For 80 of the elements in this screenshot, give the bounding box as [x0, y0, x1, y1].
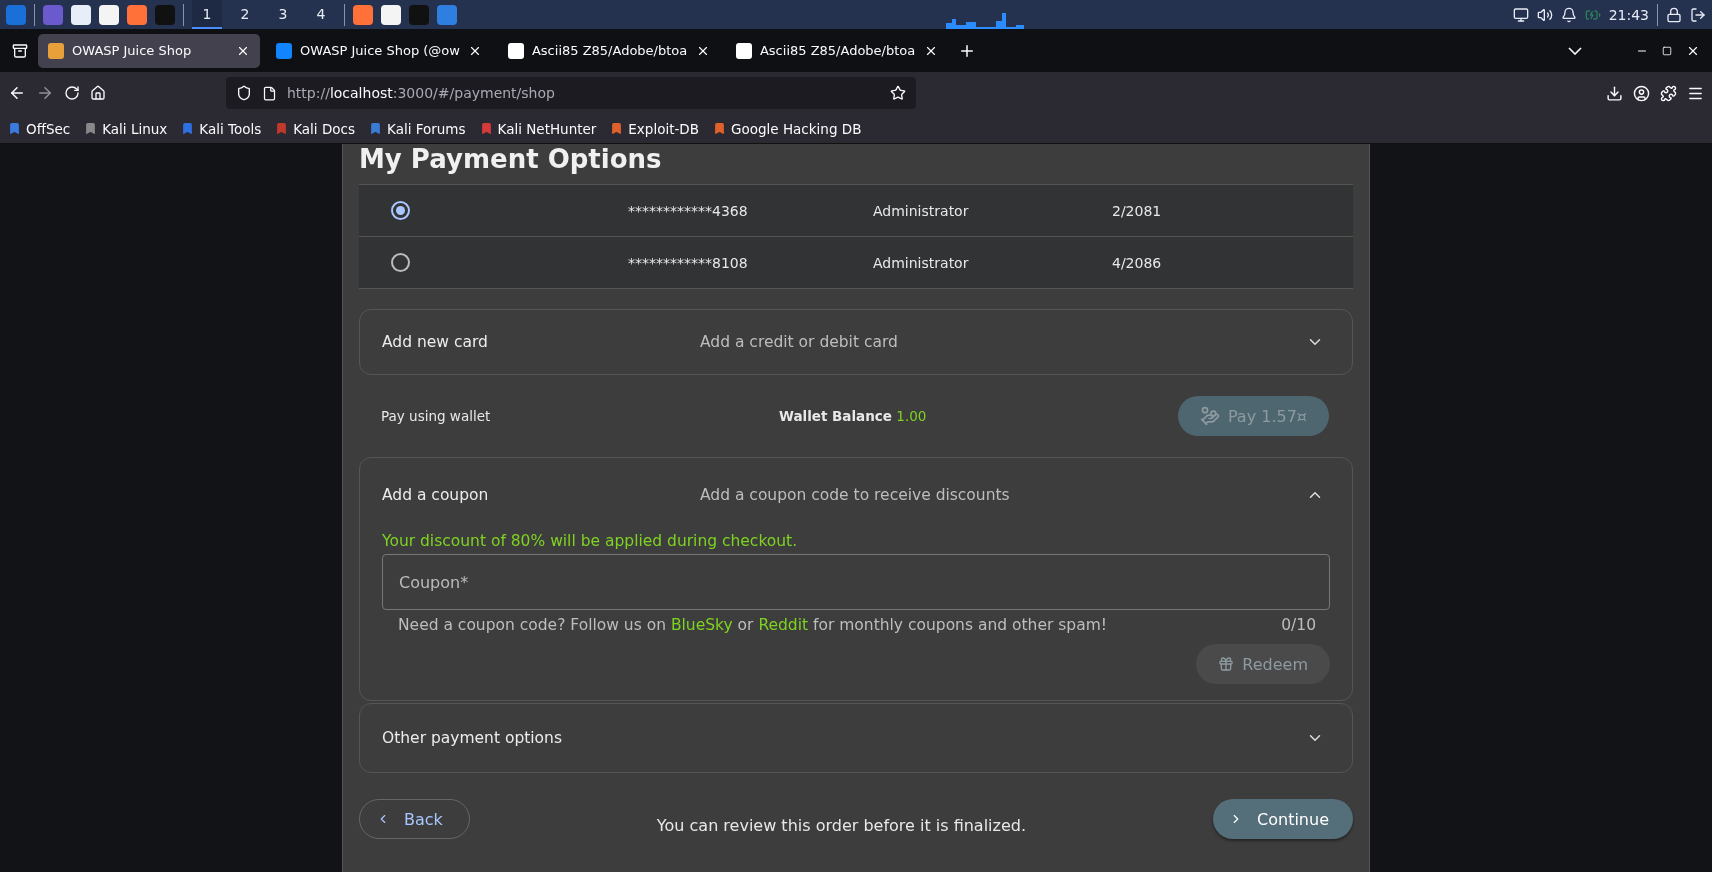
card-row[interactable]: ************8108 Administrator 4/2086 — [359, 237, 1353, 289]
bookmark-link[interactable]: Kali NetHunter — [479, 120, 597, 137]
bookmark-link[interactable]: Kali Forums — [369, 120, 466, 137]
character-counter: 0/10 — [1281, 616, 1316, 634]
url-text: http://localhost:3000/#/payment/shop — [287, 85, 556, 101]
hand-coin-icon — [1199, 406, 1220, 426]
monitor-icon[interactable] — [1512, 6, 1529, 23]
page-icon[interactable] — [262, 85, 277, 101]
lock-icon[interactable] — [1666, 6, 1682, 23]
panel-title: Other payment options — [382, 729, 563, 747]
bookmark-icon — [8, 122, 21, 135]
browser-tab[interactable]: Ascii85 Z85/Adobe/btoa — [497, 33, 720, 68]
archive-icon — [12, 42, 28, 59]
tab-title: Ascii85 Z85/Adobe/btoa — [531, 43, 688, 58]
panel-title: Add new card — [382, 333, 489, 351]
reload-icon[interactable] — [64, 85, 80, 101]
workspace-button[interactable]: 2 — [230, 0, 260, 29]
card-expiry: 2/2081 — [1112, 202, 1163, 219]
coupon-hint: Need a coupon code? Follow us on BlueSky or Reddit for monthly coupons and other spam! — [398, 616, 1107, 634]
continue-button[interactable]: Continue — [1213, 799, 1353, 839]
panel-description: Add a coupon code to receive discounts — [700, 486, 1011, 504]
back-icon[interactable] — [8, 84, 26, 102]
chevron-down-icon — [1568, 46, 1582, 55]
bookmark-link[interactable]: Kali Tools — [181, 120, 262, 137]
gift-icon — [1218, 656, 1235, 672]
card-number: ************8108 — [628, 254, 749, 271]
bell-icon[interactable] — [1560, 6, 1577, 23]
bookmark-link[interactable]: Kali Linux — [84, 120, 168, 137]
account-icon[interactable] — [1633, 84, 1650, 102]
logout-icon[interactable] — [1690, 6, 1706, 23]
card-holder: Administrator — [873, 202, 970, 219]
tab-title: Ascii85 Z85/Adobe/btoa — [759, 43, 916, 58]
card-row[interactable]: ************4368 Administrator 2/2081 — [359, 185, 1353, 237]
bookmark-link[interactable]: Kali Docs — [275, 120, 356, 137]
card-number: ************4368 — [628, 202, 749, 219]
bookmark-link[interactable]: OffSec — [8, 120, 71, 137]
panel-title: Add a coupon — [382, 486, 490, 504]
bookmark-icon — [610, 122, 624, 135]
forward-icon[interactable] — [36, 84, 54, 102]
bookmark-icon — [275, 122, 289, 135]
wallet-balance: Wallet Balance 1.00 — [779, 408, 928, 424]
clock: 21:43 — [1608, 6, 1649, 23]
card-expiry: 4/2086 — [1112, 254, 1163, 271]
panel-header[interactable]: Add a coupon Add a coupon code to receive discounts — [382, 458, 1330, 532]
card-holder: Administrator — [873, 254, 970, 271]
social-link[interactable]: Reddit — [758, 616, 809, 634]
url-field[interactable]: http://localhost:3000/#/payment/shop — [226, 77, 916, 109]
bookmark-link[interactable]: Google Hacking DB — [713, 120, 862, 137]
bookmark-icon — [181, 122, 195, 135]
workspace-button[interactable]: 4 — [306, 0, 336, 29]
review-note: You can review this order before it is finalized. — [655, 814, 1028, 835]
tab-title: OWASP Juice Shop (@ow — [300, 43, 460, 58]
tab-title: OWASP Juice Shop — [72, 43, 193, 58]
coupon-field[interactable]: Coupon* — [382, 554, 1330, 610]
shield-icon[interactable] — [236, 85, 252, 101]
workspace-button[interactable]: 1 — [192, 0, 222, 29]
bookmark-icon — [369, 122, 383, 135]
bookmark-icon — [479, 122, 493, 135]
social-link[interactable]: BlueSky — [670, 616, 733, 634]
browser-tab[interactable]: OWASP Juice Shop (@ow — [266, 33, 492, 68]
bookmark-icon — [713, 122, 726, 135]
maximize-icon — [1662, 45, 1672, 56]
star-icon[interactable] — [890, 85, 906, 101]
browser-tab[interactable]: OWASP Juice Shop — [38, 33, 260, 68]
home-icon[interactable] — [90, 85, 106, 101]
page-heading: My Payment Options — [359, 144, 663, 174]
wallet-label: Pay using wallet — [381, 408, 492, 424]
workspace-button[interactable]: 3 — [268, 0, 298, 29]
volume-icon[interactable] — [1536, 6, 1553, 23]
download-icon[interactable] — [1606, 84, 1623, 102]
radio-button[interactable] — [391, 201, 410, 220]
success-message: Your discount of 80% will be applied during checkout. — [382, 532, 799, 550]
radio-button[interactable] — [391, 253, 410, 272]
bookmark-icon — [84, 122, 98, 135]
bookmark-link[interactable]: Exploit-DB — [610, 120, 699, 137]
extensions-icon[interactable] — [1660, 84, 1677, 102]
panel-description: Add a credit or debit card — [700, 333, 899, 351]
panel-header[interactable]: Add new card Add a credit or debit card — [382, 310, 1330, 374]
panel-header[interactable]: Other payment options — [382, 704, 1330, 772]
browser-tab[interactable]: Ascii85 Z85/Adobe/btoa — [725, 33, 948, 68]
